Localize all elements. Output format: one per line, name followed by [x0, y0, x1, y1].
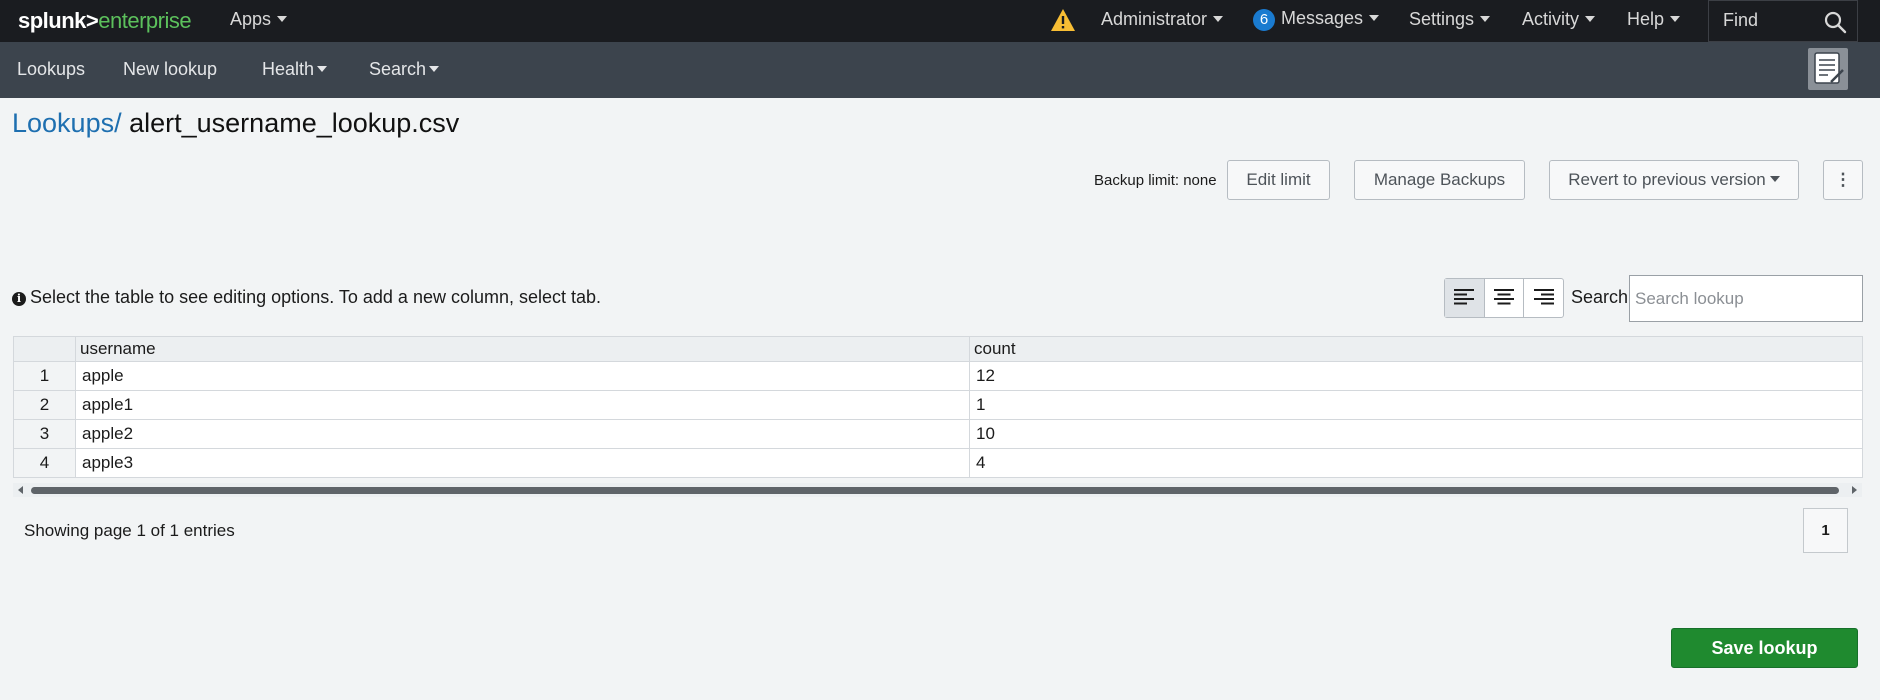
search-icon[interactable] — [1823, 10, 1847, 34]
edit-limit-button[interactable]: Edit limit — [1227, 160, 1330, 200]
messages-count-badge: 6 — [1253, 9, 1275, 31]
logo-splunk-text: splunk> — [18, 8, 99, 33]
table-cell-count[interactable]: 12 — [969, 361, 1863, 391]
apps-menu-label: Apps — [230, 9, 272, 29]
caret-down-icon — [1369, 14, 1380, 21]
table-header-row: username count — [13, 336, 1863, 362]
nav-new-lookup[interactable]: New lookup — [123, 59, 217, 80]
table-row: 4 apple3 4 — [13, 448, 1863, 478]
activity-menu-label: Activity — [1522, 9, 1580, 29]
align-left-button[interactable] — [1445, 279, 1485, 317]
settings-menu[interactable]: Settings — [1409, 9, 1491, 30]
nav-search-label: Search — [369, 59, 427, 79]
lookup-file-name: alert_username_lookup.csv — [129, 108, 460, 138]
caret-down-icon — [1585, 15, 1596, 22]
table-cell-count[interactable]: 4 — [969, 448, 1863, 478]
caret-down-icon — [1670, 15, 1681, 22]
page-1-button[interactable]: 1 — [1803, 508, 1848, 553]
nav-health-label: Health — [262, 59, 315, 79]
activity-menu[interactable]: Activity — [1522, 9, 1596, 30]
notes-edit-icon[interactable] — [1808, 48, 1848, 90]
help-menu[interactable]: Help — [1627, 9, 1681, 30]
table-row: 3 apple2 10 — [13, 419, 1863, 449]
info-icon: i — [12, 292, 26, 306]
showing-entries-text: Showing page 1 of 1 entries — [24, 521, 235, 540]
warning-icon[interactable] — [1050, 8, 1076, 32]
table-editing-hint-text: Select the table to see editing options.… — [30, 287, 602, 307]
table-editing-hint: i Select the table to see editing options… — [12, 287, 601, 308]
column-header-username[interactable]: username — [75, 336, 970, 362]
caret-down-icon — [429, 65, 440, 72]
find-label: Find — [1723, 10, 1759, 30]
help-menu-label: Help — [1627, 9, 1665, 29]
align-left-icon — [1454, 289, 1475, 305]
more-options-button[interactable]: ⋮ — [1823, 160, 1863, 200]
administrator-menu[interactable]: Administrator — [1101, 9, 1224, 30]
row-number[interactable]: 3 — [13, 419, 76, 449]
row-number[interactable]: 2 — [13, 390, 76, 420]
top-navigation-bar: splunk>enterprise Apps Administrator 6 Me… — [0, 0, 1880, 42]
search-lookup-input[interactable] — [1629, 275, 1863, 322]
scroll-left-arrow-icon[interactable] — [18, 486, 23, 494]
document-edit-icon — [1814, 52, 1844, 84]
logo-enterprise-text: enterprise — [98, 8, 192, 33]
messages-menu-label: Messages — [1281, 8, 1364, 28]
nav-lookups[interactable]: Lookups — [17, 59, 85, 80]
table-cell-username[interactable]: apple2 — [75, 419, 970, 449]
nav-search-menu[interactable]: Search — [369, 59, 440, 80]
caret-down-icon — [1213, 15, 1224, 22]
row-number-header[interactable] — [13, 336, 76, 362]
column-header-count[interactable]: count — [969, 336, 1863, 362]
align-right-icon — [1533, 289, 1554, 305]
table-cell-username[interactable]: apple3 — [75, 448, 970, 478]
lookup-table[interactable]: username count 1 apple 12 2 apple1 1 3 a… — [13, 336, 1863, 478]
scrollbar-thumb[interactable] — [31, 487, 1839, 494]
text-alignment-group — [1444, 278, 1564, 318]
caret-down-icon — [1480, 15, 1491, 22]
app-navigation-bar: Lookups New lookup Health Search — [0, 42, 1880, 98]
breadcrumb-lookups-link[interactable]: Lookups/ — [12, 108, 122, 138]
search-label: Search: — [1571, 287, 1634, 307]
apps-menu[interactable]: Apps — [230, 9, 288, 30]
nav-new-lookup-label: New lookup — [123, 59, 218, 79]
align-right-button[interactable] — [1524, 279, 1563, 317]
horizontal-scrollbar[interactable] — [13, 483, 1862, 497]
table-cell-username[interactable]: apple — [75, 361, 970, 391]
manage-backups-button[interactable]: Manage Backups — [1354, 160, 1525, 200]
revert-version-label: Revert to previous version — [1568, 170, 1766, 189]
table-row: 1 apple 12 — [13, 361, 1863, 391]
caret-down-icon — [317, 65, 328, 72]
table-row: 2 apple1 1 — [13, 390, 1863, 420]
caret-down-icon — [277, 15, 288, 22]
align-center-icon — [1494, 289, 1514, 305]
messages-menu[interactable]: 6 Messages — [1253, 8, 1380, 31]
page-title: Lookups/ alert_username_lookup.csv — [12, 108, 459, 139]
row-number[interactable]: 4 — [13, 448, 76, 478]
settings-menu-label: Settings — [1409, 9, 1475, 29]
revert-version-button[interactable]: Revert to previous version — [1549, 160, 1799, 200]
splunk-logo[interactable]: splunk>enterprise — [18, 8, 192, 34]
nav-health-menu[interactable]: Health — [262, 59, 328, 80]
row-number[interactable]: 1 — [13, 361, 76, 391]
caret-down-icon — [1769, 176, 1780, 183]
align-center-button[interactable] — [1485, 279, 1525, 317]
administrator-menu-label: Administrator — [1101, 9, 1208, 29]
find-box[interactable]: Find — [1708, 0, 1858, 42]
table-cell-count[interactable]: 1 — [969, 390, 1863, 420]
scroll-right-arrow-icon[interactable] — [1852, 486, 1857, 494]
save-lookup-button[interactable]: Save lookup — [1671, 628, 1858, 668]
backup-limit-label: Backup limit: none — [1094, 172, 1217, 189]
table-cell-username[interactable]: apple1 — [75, 390, 970, 420]
table-cell-count[interactable]: 10 — [969, 419, 1863, 449]
nav-lookups-label: Lookups — [17, 59, 86, 79]
